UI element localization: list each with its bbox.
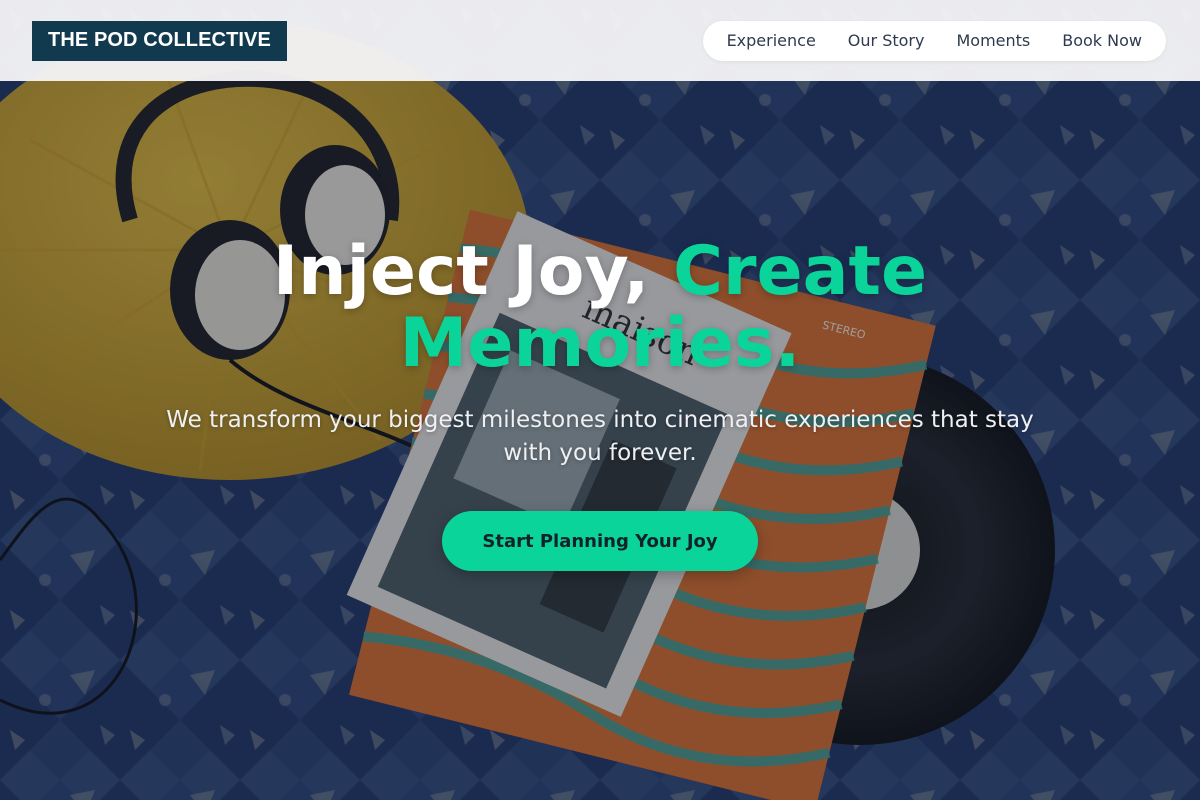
brand-logo[interactable]: THE POD COLLECTIVE	[32, 20, 287, 61]
hero-section: Inject Joy, Create Memories. We transfor…	[0, 81, 1200, 800]
start-planning-button[interactable]: Start Planning Your Joy	[442, 511, 758, 571]
nav-link-moments[interactable]: Moments	[940, 31, 1046, 50]
hero-subtext: We transform your biggest milestones int…	[166, 407, 1034, 466]
main-nav: Experience Our Story Moments Book Now	[702, 20, 1166, 61]
headline-text: Inject Joy,	[272, 232, 674, 311]
hero-headline: Inject Joy, Create Memories.	[220, 236, 980, 380]
nav-link-book-now[interactable]: Book Now	[1046, 31, 1158, 50]
nav-link-our-story[interactable]: Our Story	[832, 31, 941, 50]
site-header: THE POD COLLECTIVE Experience Our Story …	[0, 0, 1200, 81]
nav-link-experience[interactable]: Experience	[711, 31, 832, 50]
